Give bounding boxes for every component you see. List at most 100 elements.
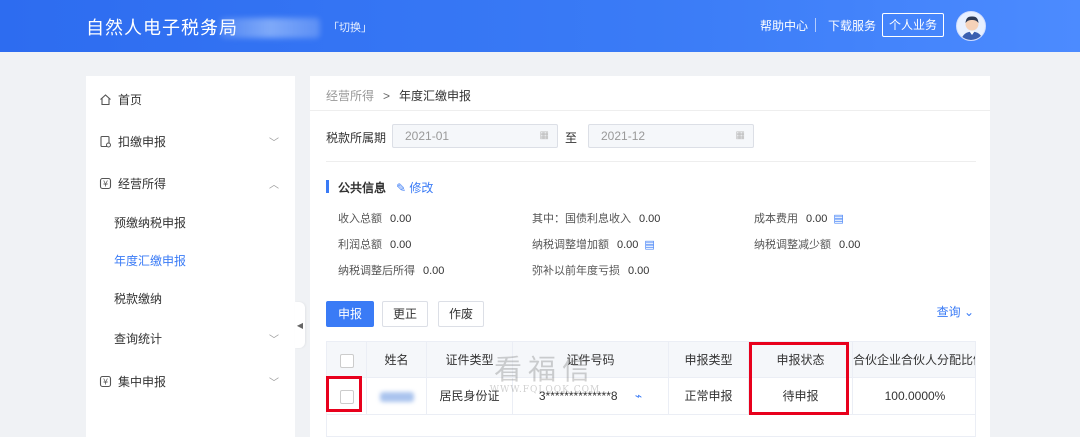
info-label: 弥补以前年度亏损 [532, 265, 620, 277]
download-service-link[interactable]: 下载服务 [828, 17, 876, 34]
column-header-declare-type: 申报类型 [669, 342, 749, 378]
select-all-checkbox[interactable] [339, 353, 354, 368]
eye-icon[interactable]: ⌁ [635, 389, 642, 403]
tax-period-label: 税款所属期 [326, 131, 387, 145]
edit-label: 修改 [409, 181, 434, 195]
info-value: 0.00 [390, 213, 412, 225]
sidebar-item-label: 集中申报 [118, 374, 167, 389]
period-to-label: 至 [565, 131, 578, 145]
info-label: 纳税调整减少额 [754, 239, 831, 251]
correct-button[interactable]: 更正 [382, 301, 428, 327]
document-icon [98, 134, 112, 148]
chevron-down-icon: ﹀ [269, 377, 279, 389]
name-cell [367, 378, 427, 415]
tax-adjust-decrease: 纳税调整减少额 0.00 [754, 236, 860, 252]
declare-button[interactable]: 申报 [326, 301, 374, 327]
select-all-cell [327, 342, 367, 378]
chevron-down-icon: ﹀ [269, 334, 279, 346]
detail-doc-icon[interactable]: ▤ [644, 239, 654, 251]
chevron-down-icon: ⌄ [963, 305, 974, 319]
info-label: 纳税调整后所得 [338, 265, 415, 277]
calendar-icon: ▦ [539, 130, 549, 141]
personal-business-button[interactable]: 个人业务 [882, 13, 944, 37]
sidebar: 首页 扣缴申报 ﹀ ¥ 经营所得 ︿ 预缴纳税申报 年度汇缴申报 税款缴纳 查询… [86, 76, 295, 437]
svg-text:¥: ¥ [102, 377, 107, 386]
section-marker [326, 180, 329, 193]
watermark-url: WWW.FQLOOK.COM [489, 385, 601, 395]
sidebar-item-home[interactable]: 首页 [86, 84, 295, 114]
info-value: 0.00 [806, 213, 828, 225]
ratio-cell: 100.0000% [884, 389, 946, 403]
sidebar-item-label: 预缴纳税申报 [114, 215, 187, 230]
period-end-value: 2021-12 [601, 129, 646, 143]
info-label: 成本费用 [754, 213, 798, 225]
site-title: 自然人电子税务局 [86, 18, 238, 38]
avatar-icon [961, 16, 983, 40]
declaration-table: 姓名 证件类型 证件号码 申报类型 申报状态 合伙企业合伙人分配比例 居民身份证… [326, 341, 976, 437]
cost-expense: 成本费用 0.00 ▤ [754, 210, 844, 226]
sidebar-item-withholding[interactable]: 扣缴申报 ﹀ [86, 126, 295, 156]
info-label: 其中：国债利息收入 [532, 213, 631, 225]
watermark-text: 看福信 [493, 353, 596, 386]
info-value: 0.00 [839, 239, 861, 251]
chevron-down-icon: ﹀ [269, 137, 279, 149]
info-label: 利润总额 [338, 239, 382, 251]
chevron-up-icon: ︿ [269, 179, 279, 191]
query-toggle[interactable]: 查询 ⌄ [937, 303, 974, 320]
period-start-input[interactable]: 2021-01 ▦ [392, 124, 558, 148]
switch-link[interactable]: 「切换」 [328, 19, 372, 35]
sidebar-item-query-stats[interactable]: 查询统计 ﹀ [86, 324, 295, 352]
sidebar-item-prepay-declare[interactable]: 预缴纳税申报 [86, 208, 295, 236]
top-header: 自然人电子税务局 「切换」 帮助中心 下载服务 个人业务 [0, 0, 1080, 52]
info-value: 0.00 [628, 265, 650, 277]
sidebar-item-label: 扣缴申报 [118, 134, 167, 149]
period-end-input[interactable]: 2021-12 ▦ [588, 124, 754, 148]
divider [310, 110, 990, 111]
profit-total: 利润总额 0.00 [338, 236, 411, 252]
info-value: 0.00 [423, 265, 445, 277]
info-value: 0.00 [390, 239, 412, 251]
void-button[interactable]: 作废 [438, 301, 484, 327]
detail-doc-icon[interactable]: ▤ [833, 213, 843, 225]
title-divider [211, 19, 213, 35]
breadcrumb-parent[interactable]: 经营所得 [326, 89, 374, 103]
calendar-icon: ▦ [735, 130, 745, 141]
breadcrumb: 经营所得 > 年度汇缴申报 [326, 87, 471, 104]
declare-type-cell: 正常申报 [669, 378, 749, 415]
name-blurred [379, 391, 414, 402]
svg-text:¥: ¥ [102, 179, 107, 188]
table-row[interactable]: 居民身份证 3**************8 ⌁ 正常申报 待申报 100.00… [327, 378, 975, 415]
yen-icon: ¥ [98, 374, 112, 388]
tax-adjust-increase: 纳税调整增加额 0.00 ▤ [532, 236, 655, 252]
caret-left-icon: ◀ [296, 320, 304, 330]
column-header-ratio: 合伙企业合伙人分配比例 [853, 353, 976, 367]
sidebar-item-business-income[interactable]: ¥ 经营所得 ︿ [86, 168, 295, 198]
column-header-name: 姓名 [367, 342, 427, 378]
home-icon [98, 92, 112, 106]
user-avatar[interactable] [956, 11, 986, 41]
help-center-link[interactable]: 帮助中心 [760, 17, 808, 34]
yen-icon: ¥ [98, 176, 112, 190]
main-panel: 经营所得 > 年度汇缴申报 税款所属期 2021-01 ▦ 至 2021-12 ▦ … [310, 76, 990, 437]
edit-icon: ✎ [396, 181, 407, 195]
bond-interest-income: 其中：国债利息收入 0.00 [532, 210, 660, 226]
sidebar-item-label: 税款缴纳 [114, 291, 163, 306]
sidebar-collapse-handle[interactable]: ◀ [295, 302, 305, 348]
sidebar-item-centralized-declare[interactable]: ¥ 集中申报 ﹀ [86, 366, 295, 396]
table-header: 姓名 证件类型 证件号码 申报类型 申报状态 合伙企业合伙人分配比例 [327, 342, 976, 378]
sidebar-item-label: 查询统计 [114, 331, 163, 346]
prior-loss-offset: 弥补以前年度亏损 0.00 [532, 262, 649, 278]
sidebar-item-tax-payment[interactable]: 税款缴纳 [86, 284, 295, 312]
header-divider [815, 18, 816, 32]
sidebar-item-label: 首页 [118, 92, 143, 107]
sidebar-item-label: 经营所得 [118, 176, 167, 191]
period-start-value: 2021-01 [405, 129, 450, 143]
checkbox-highlight-box [326, 376, 362, 412]
public-info-title: 公共信息 [338, 181, 387, 195]
info-value: 0.00 [617, 239, 639, 251]
divider [326, 161, 976, 162]
info-label: 收入总额 [338, 213, 382, 225]
sidebar-item-annual-declare[interactable]: 年度汇缴申报 [86, 246, 295, 274]
breadcrumb-separator: > [383, 89, 391, 103]
edit-public-info-link[interactable]: ✎ 修改 [396, 179, 433, 196]
